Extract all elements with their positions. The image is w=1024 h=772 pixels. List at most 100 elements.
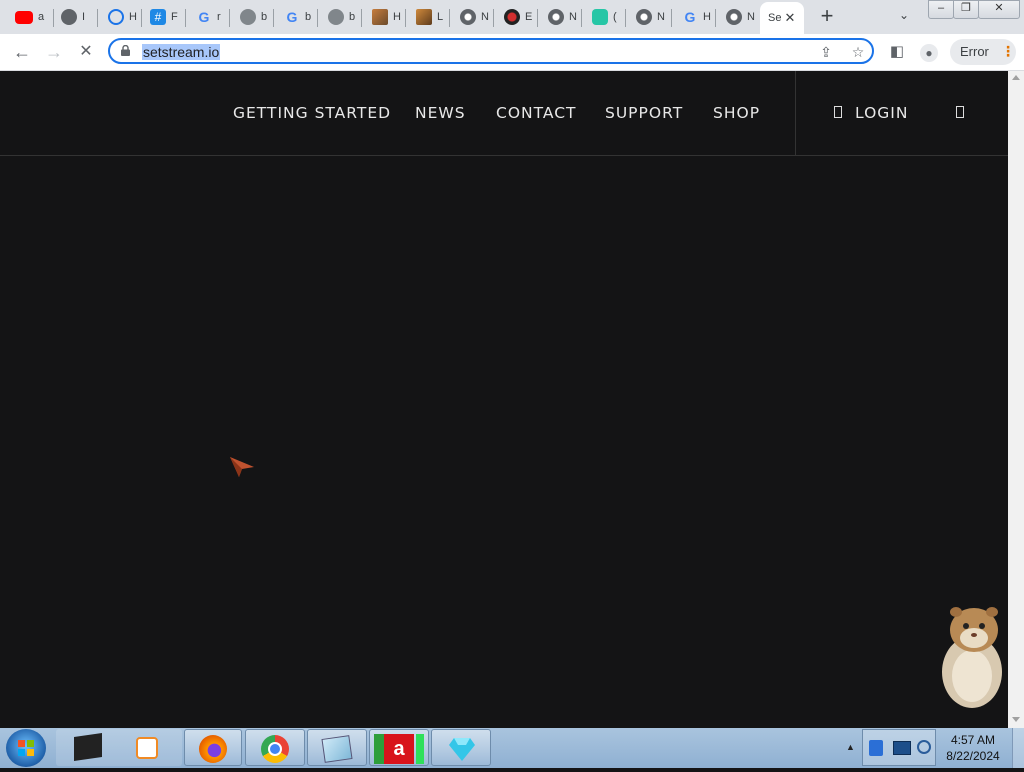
tab-title: N — [481, 11, 489, 23]
taskbar-notes[interactable] — [307, 729, 367, 766]
tab-title: F — [171, 11, 178, 23]
browser-tab[interactable]: N — [450, 4, 494, 30]
windows-taskbar: a ▲ 4:57 AM 8/22/2024 — [0, 728, 1024, 768]
browser-tab[interactable]: N — [716, 4, 760, 30]
diamond-icon — [449, 738, 475, 761]
browser-tab[interactable]: E — [494, 4, 538, 30]
tab-search-chevron-icon[interactable]: ⌄ — [894, 8, 914, 26]
show-hidden-icons-arrow[interactable]: ▲ — [846, 742, 855, 752]
minimize-button[interactable]: – — [928, 0, 954, 19]
new-tab-button[interactable]: + — [815, 5, 839, 29]
tab-title: b — [305, 11, 312, 23]
browser-tab[interactable]: G r — [186, 4, 230, 30]
chrome-icon — [261, 735, 289, 763]
lock-icon[interactable] — [121, 45, 130, 56]
browser-tab[interactable]: I — [54, 4, 98, 30]
side-panel-icon[interactable]: ◧ — [885, 40, 909, 64]
tab-title: I — [82, 11, 86, 23]
globe-icon — [240, 9, 256, 25]
browser-tab[interactable]: H — [98, 4, 142, 30]
tab-title: H — [393, 11, 401, 23]
image-icon — [372, 9, 388, 25]
login-label: LOGIN — [855, 104, 909, 122]
scroll-up-arrow[interactable] — [1012, 75, 1020, 80]
nav-divider — [795, 71, 796, 155]
hamster-mascot-image[interactable] — [932, 604, 1010, 710]
tab-title: N — [657, 11, 665, 23]
globe-icon — [61, 9, 77, 25]
google-icon: G — [198, 9, 210, 25]
start-button[interactable] — [6, 729, 46, 767]
tab-title: a — [38, 11, 45, 23]
share-icon[interactable]: ⇪ — [817, 43, 835, 61]
browser-tab[interactable]: L — [406, 4, 450, 30]
chrome-icon — [726, 9, 742, 25]
show-desktop-button[interactable] — [1012, 728, 1024, 768]
tab-title: b — [349, 11, 356, 23]
app-icon — [592, 9, 608, 25]
browser-tab[interactable]: G H — [672, 4, 716, 30]
active-tab[interactable]: Se ✕ — [760, 2, 804, 34]
nav-news[interactable]: NEWS — [415, 104, 466, 122]
nav-support[interactable]: SUPPORT — [605, 104, 683, 122]
tab-title: L — [437, 11, 444, 23]
taskbar-diamond-app[interactable] — [431, 729, 491, 766]
restore-button[interactable]: ❐ — [953, 0, 979, 19]
google-icon: G — [684, 9, 696, 25]
browser-tab[interactable]: N — [626, 4, 672, 30]
back-button[interactable]: ← — [10, 40, 34, 64]
login-link[interactable]: LOGIN — [834, 104, 908, 122]
system-tray — [862, 729, 936, 766]
tab-title: N — [747, 11, 755, 23]
terminal-app-icon[interactable] — [74, 733, 102, 761]
nav-contact[interactable]: CONTACT — [496, 104, 577, 122]
profile-avatar-icon[interactable]: ● — [917, 40, 941, 64]
clock-time: 4:57 AM — [950, 733, 996, 747]
nav-shop[interactable]: SHOP — [713, 104, 760, 122]
menu-kebab-icon[interactable]: ⋮ — [1001, 42, 1015, 60]
scroll-down-arrow[interactable] — [1012, 717, 1020, 722]
forward-button[interactable]: → — [42, 40, 66, 64]
url-text[interactable]: setstream.io — [142, 44, 221, 60]
browser-tab[interactable]: a — [0, 4, 54, 30]
cart-icon — [956, 106, 964, 118]
clock-date: 8/22/2024 — [946, 749, 1000, 763]
network-icon[interactable] — [893, 741, 911, 755]
image-icon — [416, 9, 432, 25]
browser-toolbar: ← → ✕ setstream.io ⇪ ☆ ◧ ● Error ⋮ — [0, 34, 1024, 71]
tray-app-icon[interactable] — [869, 740, 883, 756]
chrome-icon — [636, 9, 652, 25]
web-page: GETTING STARTED NEWS CONTACT SUPPORT SHO… — [0, 71, 1008, 728]
address-bar[interactable]: setstream.io ⇪ ☆ — [108, 38, 874, 64]
sync-icon[interactable] — [917, 740, 931, 754]
browser-tab[interactable]: b — [230, 4, 274, 30]
browser-tab[interactable]: # F — [142, 4, 186, 30]
media-player-icon[interactable] — [136, 737, 158, 759]
record-icon — [504, 9, 520, 25]
stop-loading-button[interactable]: ✕ — [74, 40, 98, 64]
chrome-icon — [460, 9, 476, 25]
taskbar-clock[interactable]: 4:57 AM 8/22/2024 — [938, 732, 1008, 764]
taskbar-firefox[interactable] — [184, 729, 242, 766]
page-scrollbar[interactable] — [1008, 71, 1024, 728]
browser-tab[interactable]: b — [318, 4, 362, 30]
taskbar-avira[interactable]: a — [369, 729, 429, 766]
tab-title: b — [261, 11, 268, 23]
bookmark-star-icon[interactable]: ☆ — [849, 43, 867, 61]
hashtag-icon: # — [150, 9, 166, 25]
close-tab-icon[interactable]: ✕ — [782, 10, 798, 26]
nav-getting-started[interactable]: GETTING STARTED — [233, 104, 391, 122]
google-icon: G — [286, 9, 298, 25]
browser-tab[interactable]: N — [538, 4, 582, 30]
cart-link[interactable] — [956, 104, 964, 122]
browser-tab[interactable]: G b — [274, 4, 318, 30]
browser-tab[interactable]: ( — [582, 4, 626, 30]
close-window-button[interactable]: ✕ — [978, 0, 1020, 19]
tab-title: Se — [768, 12, 782, 24]
notepad-icon — [321, 735, 353, 763]
error-button[interactable]: Error ⋮ — [950, 39, 1016, 65]
browser-tab[interactable]: H — [362, 4, 406, 30]
avira-icon: a — [384, 734, 414, 764]
youtube-icon — [15, 10, 33, 24]
taskbar-chrome[interactable] — [245, 729, 305, 766]
